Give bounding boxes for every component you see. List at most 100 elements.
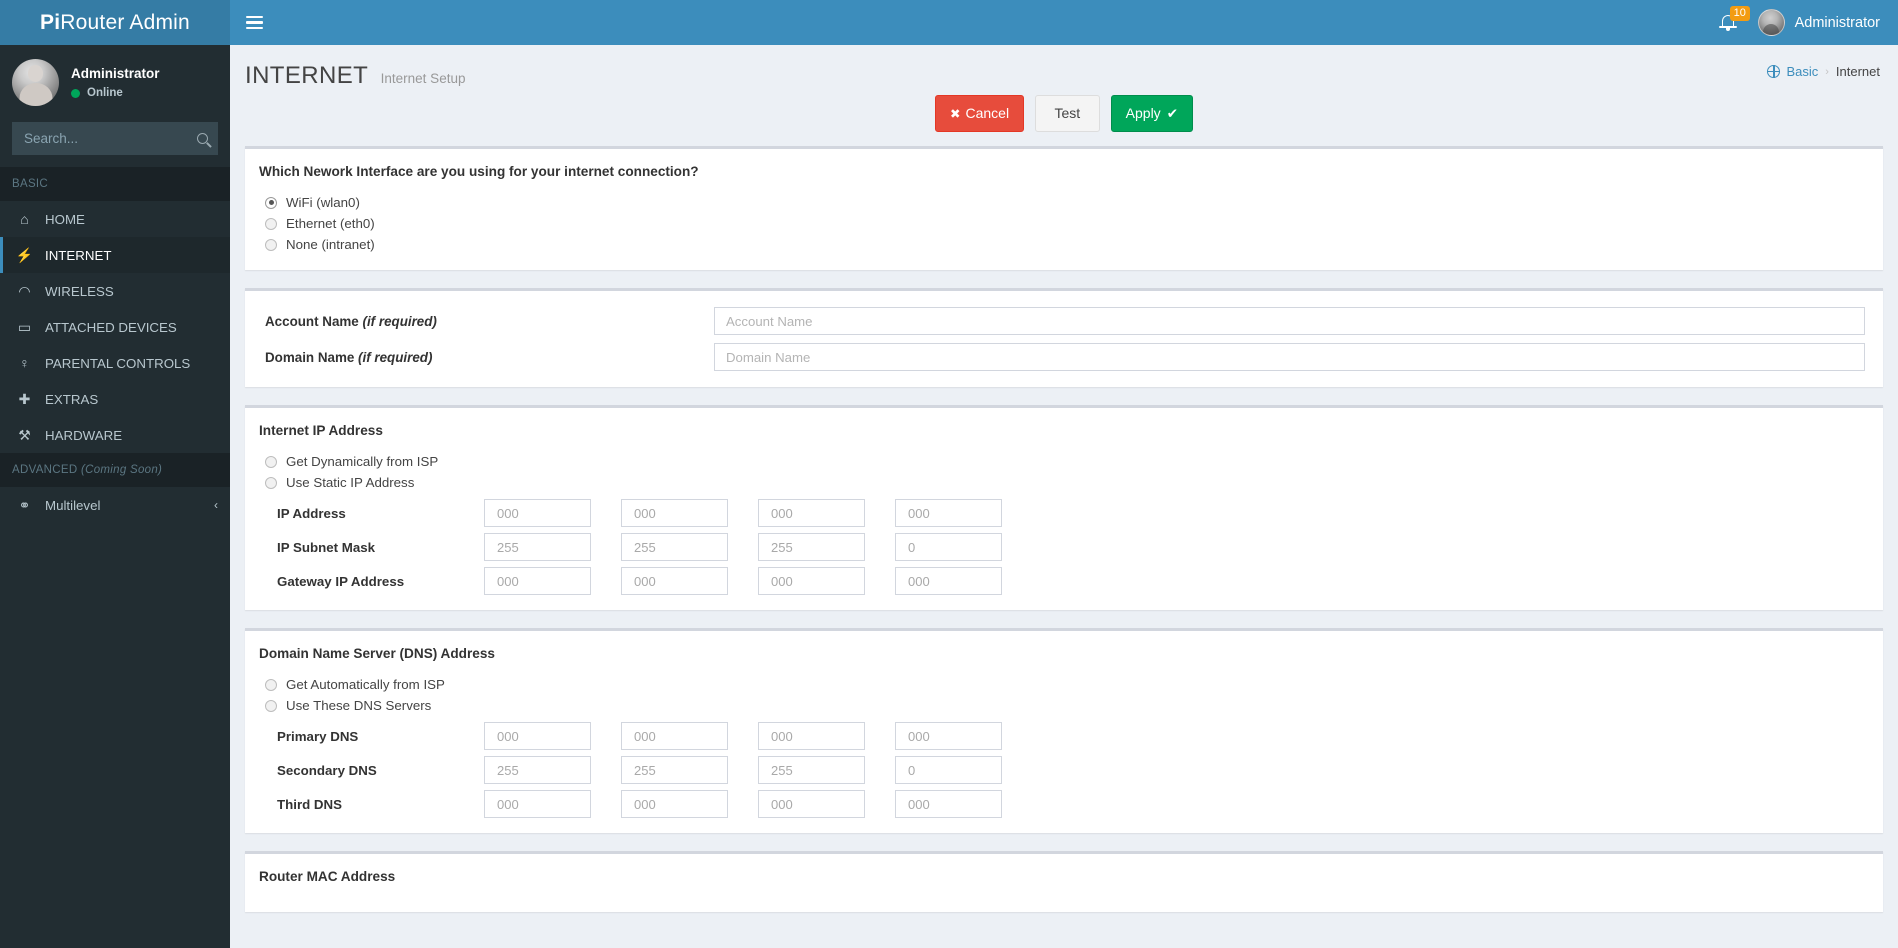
sidebar-item-hardware[interactable]: ⚒ HARDWARE [0, 417, 230, 453]
radio-icon[interactable] [265, 678, 277, 691]
sidebar-item-label: Multilevel [45, 497, 101, 513]
internet-ip-title: Internet IP Address [259, 423, 383, 439]
sidebar-item-label: INTERNET [45, 247, 112, 263]
gateway-ip-row: Gateway IP Address [259, 567, 1869, 596]
third-dns-octet-1[interactable] [484, 790, 591, 819]
interface-option-wifi[interactable]: WiFi (wlan0) [259, 192, 1869, 213]
user-menu-button[interactable]: Administrator [1752, 0, 1890, 45]
domain-name-input[interactable] [714, 343, 1865, 372]
sidebar-section-advanced-label: ADVANCED [12, 464, 78, 476]
third-dns-octet-2[interactable] [621, 790, 728, 819]
plug-icon: ⚡ [15, 246, 34, 263]
ip-address-octet-3[interactable] [758, 499, 865, 528]
interface-option-ethernet[interactable]: Ethernet (eth0) [259, 213, 1869, 234]
search-button[interactable] [186, 122, 218, 155]
secondary-dns-octet-3[interactable] [758, 756, 865, 785]
sidebar-toggle-button[interactable] [230, 0, 278, 45]
ip-option-label: Use Static IP Address [286, 475, 415, 491]
radio-icon[interactable] [265, 699, 277, 712]
page-title: INTERNET [245, 62, 369, 89]
ip-option-static[interactable]: Use Static IP Address [259, 472, 1869, 493]
primary-dns-octet-3[interactable] [758, 722, 865, 751]
ip-address-octet-4[interactable] [895, 499, 1002, 528]
breadcrumb-separator-icon: › [1825, 65, 1829, 78]
avatar [1757, 9, 1785, 36]
dns-option-auto[interactable]: Get Automatically from ISP [259, 674, 1869, 695]
hamburger-icon [245, 12, 263, 32]
ip-address-octet-2[interactable] [621, 499, 728, 528]
sidebar-item-multilevel[interactable]: ⚭ Multilevel ‹ [0, 487, 230, 523]
logo-rest: Router Admin [60, 10, 190, 34]
gateway-ip-octet-1[interactable] [484, 567, 591, 596]
ip-subnet-octet-4[interactable] [895, 533, 1002, 562]
gateway-ip-octet-2[interactable] [621, 567, 728, 596]
router-mac-body: Router MAC Address [245, 854, 1883, 912]
primary-dns-row: Primary DNS [259, 722, 1869, 751]
ip-address-octets [484, 499, 1032, 528]
sidebar-item-label: PARENTAL CONTROLS [45, 355, 191, 371]
sidebar-item-extras[interactable]: ✚ EXTRAS [0, 381, 230, 417]
dns-box: Domain Name Server (DNS) Address Get Aut… [245, 628, 1883, 834]
secondary-dns-octet-2[interactable] [621, 756, 728, 785]
plus-icon: ✚ [18, 390, 31, 407]
ip-subnet-octet-1[interactable] [484, 533, 591, 562]
primary-dns-label: Primary DNS [277, 728, 359, 744]
primary-dns-octet-2[interactable] [621, 722, 728, 751]
sidebar-user-status-label: Online [87, 87, 123, 99]
sidebar-item-attached-devices[interactable]: ▭ ATTACHED DEVICES [0, 309, 230, 345]
sidebar-section-advanced: ADVANCED (Coming Soon) [0, 453, 230, 487]
dns-option-manual[interactable]: Use These DNS Servers [259, 695, 1869, 716]
content-wrapper: INTERNET Internet Setup Basic › Internet… [230, 45, 1898, 948]
secondary-dns-octet-1[interactable] [484, 756, 591, 785]
primary-dns-octet-4[interactable] [895, 722, 1002, 751]
ip-option-dynamic[interactable]: Get Dynamically from ISP [259, 451, 1869, 472]
gateway-ip-octets [484, 567, 1032, 596]
domain-name-label: Domain Name (if required) [259, 350, 714, 365]
ip-address-octet-1[interactable] [484, 499, 591, 528]
sidebar-item-label: WIRELESS [45, 283, 114, 299]
globe-icon [1767, 64, 1781, 78]
close-icon: ✖ [949, 107, 961, 121]
sidebar-item-internet[interactable]: ⚡ INTERNET [0, 237, 230, 273]
radio-icon[interactable] [265, 238, 277, 251]
radio-icon[interactable] [265, 217, 277, 230]
sidebar-item-label: HOME [45, 211, 85, 227]
account-name-label-note: (if required) [362, 313, 437, 329]
dns-option-label: Get Automatically from ISP [286, 677, 445, 693]
search-icon [196, 133, 208, 144]
internet-ip-box: Internet IP Address Get Dynamically from… [245, 405, 1883, 611]
secondary-dns-octets [484, 756, 1032, 785]
sidebar-item-home[interactable]: ⌂ HOME [0, 201, 230, 237]
ip-address-label: IP Address [277, 505, 346, 521]
sidebar-item-parental-controls[interactable]: ♀ PARENTAL CONTROLS [0, 345, 230, 381]
cancel-button[interactable]: ✖ Cancel [934, 95, 1025, 132]
apply-button[interactable]: Apply ✔ [1110, 95, 1193, 133]
account-name-input[interactable] [714, 307, 1865, 336]
page-subtitle: Internet Setup [380, 71, 466, 86]
radio-icon[interactable] [265, 455, 277, 468]
third-dns-octet-3[interactable] [758, 790, 865, 819]
interface-option-label: Ethernet (eth0) [286, 216, 375, 232]
gateway-ip-octet-3[interactable] [758, 567, 865, 596]
breadcrumb-root[interactable]: Basic [1767, 64, 1818, 79]
radio-icon[interactable] [265, 196, 277, 209]
interface-option-none[interactable]: None (intranet) [259, 234, 1869, 255]
radio-icon[interactable] [265, 476, 277, 489]
network-interface-body: Which Nework Interface are you using for… [245, 149, 1883, 270]
notifications-button[interactable]: 10 [1704, 0, 1752, 45]
test-button[interactable]: Test [1034, 95, 1101, 132]
sidebar-item-wireless[interactable]: ◠ WIRELESS [0, 273, 230, 309]
app-logo[interactable]: PiRouter Admin [0, 0, 230, 45]
domain-name-label-text: Domain Name [265, 349, 355, 365]
third-dns-label: Third DNS [277, 796, 343, 812]
ip-subnet-row: IP Subnet Mask [259, 533, 1869, 562]
third-dns-octet-4[interactable] [895, 790, 1002, 819]
gateway-ip-octet-4[interactable] [895, 567, 1002, 596]
logo-prefix: Pi [40, 10, 61, 34]
secondary-dns-octet-4[interactable] [895, 756, 1002, 785]
ip-subnet-octet-3[interactable] [758, 533, 865, 562]
network-interface-question: Which Nework Interface are you using for… [259, 164, 699, 180]
internet-ip-body: Internet IP Address Get Dynamically from… [245, 408, 1883, 610]
ip-subnet-octet-2[interactable] [621, 533, 728, 562]
primary-dns-octet-1[interactable] [484, 722, 591, 751]
